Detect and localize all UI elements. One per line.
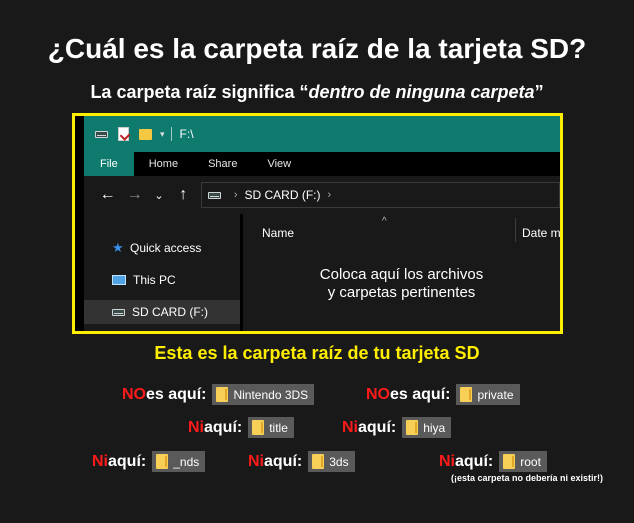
title-separator	[170, 127, 172, 141]
sidebar-item-this-pc[interactable]: This PC	[84, 268, 240, 292]
root-folder-note: (¡esta carpeta no debería ni existir!)	[451, 473, 604, 483]
column-divider[interactable]	[515, 218, 516, 242]
star-icon: ★	[112, 240, 124, 255]
folder-name: 3ds	[329, 454, 349, 469]
tab-view[interactable]: View	[252, 152, 306, 176]
folder-chip: _nds	[152, 451, 206, 472]
sidebar-item-label: SD CARD (F:)	[132, 305, 208, 319]
folder-chip: hiya	[402, 417, 452, 438]
negation-label: Ni	[188, 418, 204, 436]
up-arrow-icon[interactable]: ↑	[170, 186, 197, 204]
navigation-bar: ← → ⌄ ↑ › SD CARD (F:) ›	[84, 176, 560, 214]
folder-icon	[156, 454, 169, 469]
column-header-date[interactable]: Date m	[522, 226, 560, 240]
recent-locations-chevron-icon[interactable]: ⌄	[148, 189, 169, 202]
sidebar-item-sd-card[interactable]: SD CARD (F:)	[84, 300, 240, 324]
quick-access-dropdown-icon[interactable]: ▾	[160, 129, 165, 140]
negation-label: Ni	[439, 452, 455, 470]
new-folder-icon[interactable]	[138, 127, 152, 141]
address-bar[interactable]: › SD CARD (F:) ›	[200, 182, 560, 208]
back-arrow-icon[interactable]: ←	[94, 186, 121, 204]
folder-name: title	[269, 420, 288, 435]
file-list: ^ Name Date m Coloca aquí los archivos y…	[243, 214, 560, 331]
folder-name: Nintendo 3DS	[233, 387, 309, 402]
example-label: aquí:	[108, 452, 147, 470]
computer-icon	[112, 275, 126, 285]
folder-name: hiya	[423, 420, 446, 435]
root-caption: Esta es la carpeta raíz de tu tarjeta SD	[154, 343, 480, 363]
subtitle-emphasis: dentro de ninguna carpeta	[308, 82, 535, 102]
example-not-here: Ni aquí: 3ds	[248, 451, 355, 472]
example-not-here: Ni aquí: hiya	[342, 417, 452, 438]
example-not-here: Ni aquí: root	[439, 451, 547, 472]
breadcrumb-chevron-icon[interactable]: ›	[234, 189, 238, 201]
sort-up-icon: ^	[382, 216, 387, 227]
sidebar-item-label: Quick access	[130, 241, 202, 255]
folder-icon	[460, 387, 473, 402]
page-title: ¿Cuál es la carpeta raíz de la tarjeta S…	[47, 33, 587, 64]
folder-chip: root	[499, 451, 547, 472]
title-bar: ▾ F:\	[84, 116, 560, 152]
tab-share[interactable]: Share	[193, 152, 252, 176]
example-not-here: NO es aquí: private	[366, 384, 520, 405]
page-subtitle: La carpeta raíz significa “dentro de nin…	[0, 82, 634, 103]
drive-icon	[112, 308, 125, 316]
folder-icon	[503, 454, 516, 469]
explorer-window: ▾ F:\ File Home Share View ← → ⌄ ↑ › SD …	[72, 113, 563, 334]
tab-file[interactable]: File	[84, 152, 134, 176]
folder-name: _nds	[173, 454, 200, 469]
window-path: F:\	[179, 127, 194, 141]
negation-label: Ni	[248, 452, 264, 470]
column-header-name[interactable]: Name	[262, 226, 294, 240]
folder-icon	[312, 454, 325, 469]
navigation-pane: ★ Quick access This PC SD CARD (F:)	[84, 214, 240, 331]
address-location[interactable]: SD CARD (F:)	[244, 188, 320, 202]
negation-label: Ni	[342, 418, 358, 436]
folder-icon	[216, 387, 229, 402]
example-not-here: NO es aquí: Nintendo 3DS	[122, 384, 315, 405]
example-not-here: Ni aquí: title	[188, 417, 294, 438]
address-drive-icon	[207, 191, 221, 199]
example-label: aquí:	[358, 418, 397, 436]
forward-arrow-icon[interactable]: →	[121, 186, 148, 204]
example-label: aquí:	[204, 418, 243, 436]
sidebar-item-quick-access[interactable]: ★ Quick access	[84, 236, 240, 260]
folder-name: private	[477, 387, 514, 402]
folder-name: root	[520, 454, 541, 469]
properties-icon[interactable]	[116, 127, 130, 141]
drive-icon	[94, 127, 108, 141]
empty-message-line: y carpetas pertinentes	[327, 284, 476, 301]
folder-chip: Nintendo 3DS	[212, 384, 315, 405]
folder-icon	[406, 420, 419, 435]
breadcrumb-chevron-end-icon[interactable]: ›	[327, 189, 331, 201]
negation-label: NO	[366, 385, 390, 403]
ribbon-tabs: File Home Share View	[84, 152, 560, 176]
negation-label: Ni	[92, 452, 108, 470]
subtitle-prefix: La carpeta raíz significa “	[90, 82, 309, 102]
folder-chip: 3ds	[308, 451, 355, 472]
folder-chip: private	[456, 384, 520, 405]
example-not-here: Ni aquí: _nds	[92, 451, 206, 472]
sidebar-item-label: This PC	[133, 273, 176, 287]
folder-chip: title	[248, 417, 294, 438]
example-label: es aquí:	[146, 385, 207, 403]
negation-label: NO	[122, 385, 146, 403]
example-label: es aquí:	[390, 385, 451, 403]
subtitle-suffix: ”	[534, 82, 544, 102]
folder-icon	[252, 420, 265, 435]
example-label: aquí:	[455, 452, 494, 470]
tab-home[interactable]: Home	[134, 152, 193, 176]
empty-message-line: Coloca aquí los archivos	[319, 266, 484, 283]
empty-folder-message: Coloca aquí los archivos y carpetas pert…	[243, 266, 560, 302]
example-label: aquí:	[264, 452, 303, 470]
